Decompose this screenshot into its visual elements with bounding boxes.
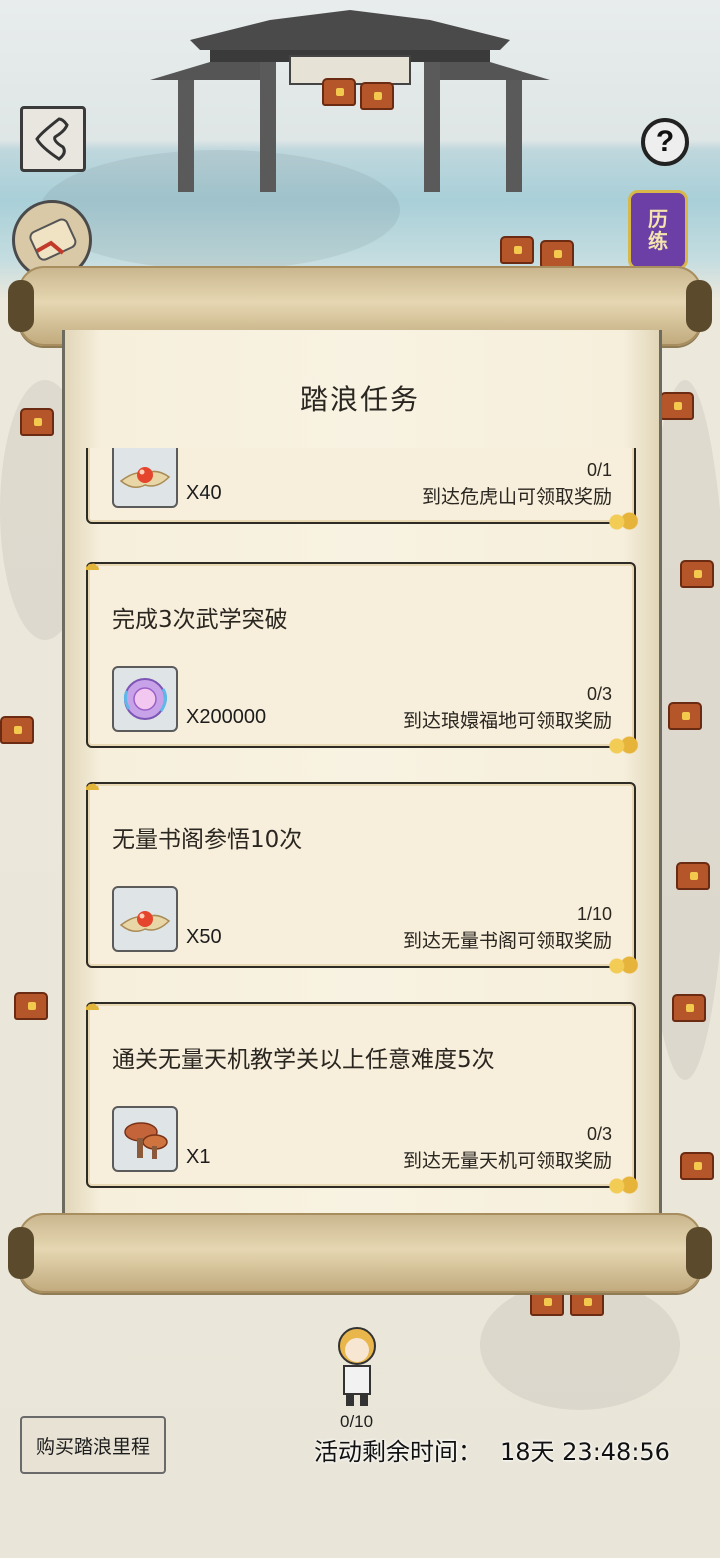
cloud-ornament-icon bbox=[606, 956, 638, 976]
badge-label-bottom: 练 bbox=[648, 229, 668, 253]
panel-title: 踏浪任务 bbox=[299, 383, 420, 416]
timer-label: 活动剩余时间： bbox=[314, 1438, 482, 1466]
treasure-chest-icon[interactable] bbox=[500, 236, 534, 264]
task-list[interactable]: ☁ X40 0/1 到达危虎山可领取奖励 ☁ 完成3次武学突破 X200000 … bbox=[86, 448, 638, 1200]
buy-mileage-button[interactable]: 购买踏浪里程 bbox=[20, 1416, 166, 1474]
task-card: ☁ 完成3次武学突破 X200000 0/3 到达琅嬛福地可领取奖励 bbox=[86, 556, 638, 756]
back-button[interactable] bbox=[20, 106, 86, 172]
task-progress: 0/1 bbox=[586, 460, 612, 480]
reward-count: X200000 bbox=[186, 706, 267, 728]
help-icon: ? bbox=[655, 125, 675, 158]
treasure-chest-icon[interactable] bbox=[676, 862, 710, 890]
claim-hint: 到达无量书阁可领取奖励 bbox=[402, 930, 612, 952]
task-progress: 1/10 bbox=[576, 904, 612, 924]
cloud-ornament-icon bbox=[606, 512, 638, 532]
steps-counter: 0/10 bbox=[340, 1412, 374, 1431]
task-progress: 0/3 bbox=[586, 684, 612, 704]
cloud-ornament-icon: ☁ bbox=[86, 994, 100, 1015]
task-card: ☁ 无量书阁参悟10次 X50 1/10 到达无量书阁可领取奖励 bbox=[86, 776, 638, 976]
treasure-chest-icon[interactable] bbox=[680, 560, 714, 588]
event-timer: 活动剩余时间： 18天 23:48:56 bbox=[314, 1432, 670, 1467]
treasure-chest-icon[interactable] bbox=[672, 994, 706, 1022]
treasure-chest-icon[interactable] bbox=[668, 702, 702, 730]
task-card: ☁ 通关无量天机教学关以上任意难度5次 X1 0/3 到达无量天机可领取奖励 bbox=[86, 996, 638, 1196]
cloud-ornament-icon: ☁ bbox=[86, 774, 100, 795]
reward-count: X1 bbox=[186, 1146, 211, 1168]
timer-value: 18天 23:48:56 bbox=[500, 1438, 670, 1466]
task-text: 完成3次武学突破 bbox=[112, 607, 288, 633]
treasure-chest-icon[interactable] bbox=[540, 240, 574, 268]
claim-hint: 到达危虎山可领取奖励 bbox=[421, 486, 612, 508]
experience-badge-button[interactable]: 历 练 bbox=[628, 190, 688, 270]
claim-hint: 到达琅嬛福地可领取奖励 bbox=[402, 710, 612, 732]
player-character-icon[interactable] bbox=[322, 1318, 392, 1408]
treasure-chest-icon[interactable] bbox=[14, 992, 48, 1020]
cloud-ornament-icon bbox=[606, 736, 638, 756]
treasure-chest-icon[interactable] bbox=[680, 1152, 714, 1180]
orb-reward-icon[interactable] bbox=[112, 666, 178, 732]
cloud-ornament-icon: ☁ bbox=[86, 554, 100, 575]
treasure-chest-icon[interactable] bbox=[360, 82, 394, 110]
scroll-roller-bottom bbox=[8, 1213, 712, 1293]
candy-reward-icon[interactable] bbox=[112, 448, 178, 508]
cloud-ornament-icon bbox=[606, 1176, 638, 1196]
task-text: 无量书阁参悟10次 bbox=[112, 827, 303, 853]
badge-label-top: 历 bbox=[648, 207, 668, 231]
reward-count: X50 bbox=[186, 926, 222, 948]
candy-reward-icon[interactable] bbox=[112, 886, 178, 952]
treasure-chest-icon[interactable] bbox=[322, 78, 356, 106]
help-button[interactable]: ? bbox=[641, 118, 689, 166]
task-card: ☁ X40 0/1 到达危虎山可领取奖励 bbox=[86, 448, 638, 532]
mushroom-reward-icon[interactable] bbox=[112, 1106, 178, 1172]
back-arrow-icon bbox=[35, 117, 69, 161]
task-progress: 0/3 bbox=[586, 1124, 612, 1144]
task-text: 通关无量天机教学关以上任意难度5次 bbox=[112, 1047, 495, 1073]
reward-count: X40 bbox=[186, 482, 222, 504]
claim-hint: 到达无量天机可领取奖励 bbox=[402, 1150, 612, 1172]
treasure-chest-icon[interactable] bbox=[0, 716, 34, 744]
